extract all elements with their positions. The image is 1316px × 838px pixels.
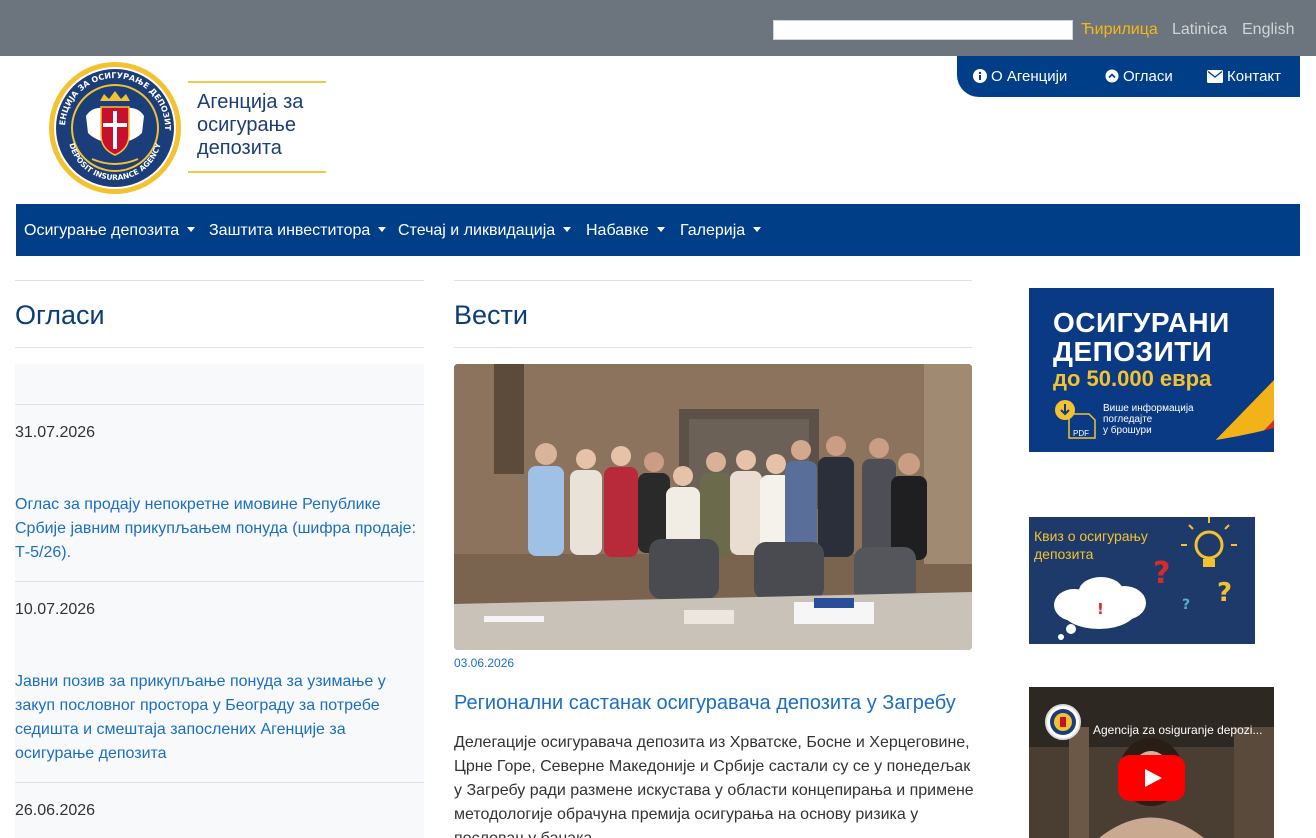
download-pdf-icon [1053,400,1097,445]
util-notices-link[interactable]: Огласи [1105,68,1173,86]
svg-text:!: ! [1097,600,1104,618]
envelope-icon [1207,70,1223,83]
news-headline-link[interactable]: Регионални састанак осигуравача депозита… [454,691,974,715]
nav-procurement[interactable]: Набавке [586,221,665,241]
svg-text:?: ? [1217,578,1232,608]
info-icon [973,69,987,83]
video-title: Agencija za osiguranje depozi... [1093,723,1263,737]
news-summary: Делегације осигуравача депозита из Хрват… [454,734,974,838]
lightbulb-icon: ? ? ? ! [1054,517,1237,640]
divider [15,581,424,582]
deposit-quiz-banner[interactable]: Квиз о осигурању депозита ? ? ? ! [1029,517,1255,644]
news-heading: Вести [454,300,528,330]
notices-list: 31.07.2026 Оглас за продају непокретне и… [15,364,424,838]
chevron-down-icon [563,227,572,232]
notice-link[interactable]: Оглас за продају непокретне имовине Репу… [15,493,420,565]
divider [454,280,972,281]
util-contact-link[interactable]: Контакт [1207,68,1281,86]
banner-headline: ОСИГУРАНИ ДЕПОЗИТИ [1053,307,1230,367]
divider [454,347,972,348]
insured-deposits-banner[interactable]: ОСИГУРАНИ ДЕПОЗИТИ до 50.000 евра PDF Ви… [1029,288,1274,452]
nav-investor-protection[interactable]: Заштита инвеститора [209,221,387,241]
chevron-down-icon [378,227,387,232]
agency-name-text: Агенција за осигурање депозита [197,91,304,159]
channel-avatar[interactable] [1045,704,1081,740]
divider [15,404,424,405]
circle-chevron-icon [1105,69,1119,83]
news-photo[interactable] [454,364,972,650]
lang-latin-link[interactable]: Latinica [1172,20,1227,40]
chevron-down-icon [187,227,196,232]
lang-english-link[interactable]: English [1242,20,1294,40]
notice-link[interactable]: Јавни позив за прикупљање понуда за узим… [15,670,420,766]
notice-date: 26.06.2026 [15,802,96,819]
agency-seal-logo[interactable]: АГЕНЦИЈА ЗА ОСИГУРАЊЕ ДЕПОЗИТА DEPOSIT I… [45,54,182,195]
divider [15,280,424,281]
news-date: 03.06.2026 [454,656,515,670]
chevron-down-icon [753,227,762,232]
nav-gallery[interactable]: Галерија [680,221,762,241]
chevron-down-icon [656,227,665,232]
agency-name-logo[interactable]: Агенција за осигурање депозита [188,81,326,173]
play-button-icon[interactable] [1118,755,1185,801]
utility-nav: О Агенцији Огласи Контакт [957,56,1300,97]
lang-cyrillic-link[interactable]: Ћирилица [1081,20,1158,40]
notices-heading: Огласи [15,300,105,330]
banner-info: Више информација погледајте у брошури [1103,403,1194,436]
svg-text:?: ? [1153,556,1170,591]
top-bar: Ћирилица Latinica English [0,0,1316,56]
search-input[interactable] [773,20,1073,40]
nav-bankruptcy-liquidation[interactable]: Стечај и ликвидација [398,221,572,241]
notice-date: 31.07.2026 [15,424,96,441]
notice-date: 10.07.2026 [15,601,96,618]
divider [15,347,424,348]
util-about-link[interactable]: О Агенцији [973,68,1067,86]
svg-text:?: ? [1182,597,1190,613]
pdf-label: PDF [1073,429,1089,438]
divider [15,782,424,783]
nav-deposit-insurance[interactable]: Осигурање депозита [24,221,196,241]
video-embed[interactable]: Agencija za osiguranje depozi... [1029,687,1274,838]
banner-amount: до 50.000 евра [1053,366,1212,391]
main-nav: Осигурање депозита Заштита инвеститора С… [16,204,1300,256]
